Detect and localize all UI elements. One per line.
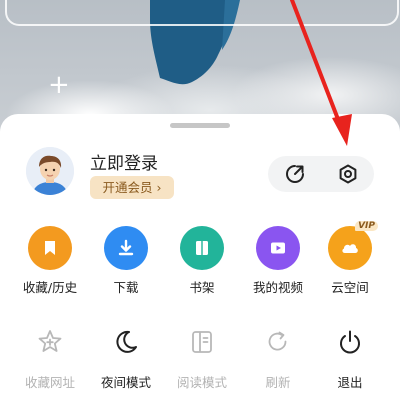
- tools-row: 收藏网址 夜间模式 阅读模式 刷新 退出: [0, 322, 400, 392]
- tool-exit[interactable]: 退出: [310, 322, 390, 391]
- share-icon[interactable]: [268, 156, 321, 192]
- tool-reader-mode[interactable]: 阅读模式: [162, 322, 242, 391]
- plus-icon[interactable]: +: [48, 72, 70, 98]
- tool-night-mode[interactable]: 夜间模式: [86, 322, 166, 391]
- open-vip-button[interactable]: 开通会员 ›: [90, 176, 174, 199]
- star-plus-icon: [30, 322, 70, 362]
- avatar[interactable]: [26, 147, 74, 195]
- quick-action-favorites-history[interactable]: 收藏/历史: [10, 226, 90, 296]
- tool-label: 阅读模式: [176, 375, 227, 390]
- login-link[interactable]: 立即登录: [90, 149, 158, 174]
- tool-label: 收藏网址: [24, 375, 75, 390]
- vip-badge: VIP: [355, 221, 378, 231]
- open-vip-label: 开通会员: [102, 180, 153, 195]
- quick-action-cloud-space[interactable]: VIP 云空间: [310, 221, 390, 296]
- power-icon: [330, 322, 370, 362]
- quick-action-label: 收藏/历史: [22, 280, 78, 295]
- tool-label: 夜间模式: [100, 375, 151, 390]
- quick-action-label: 下载: [113, 280, 139, 295]
- drag-handle[interactable]: [170, 123, 230, 128]
- tool-label: 刷新: [265, 375, 291, 390]
- book-icon: [180, 226, 224, 270]
- top-icon-group: [268, 156, 374, 192]
- cloud-icon: VIP: [328, 221, 378, 270]
- quick-actions-row: 收藏/历史 下载 书架 我的视频 VIP 云空间: [0, 221, 400, 296]
- tool-label: 退出: [337, 375, 363, 390]
- refresh-icon: [258, 322, 298, 362]
- quick-action-label: 我的视频: [252, 280, 303, 295]
- settings-icon[interactable]: [321, 156, 374, 192]
- quick-action-label: 云空间: [331, 280, 369, 295]
- quick-action-download[interactable]: 下载: [86, 226, 166, 296]
- tool-refresh[interactable]: 刷新: [238, 322, 318, 391]
- search-bar-frame: [5, 0, 399, 26]
- bookmark-icon: [28, 226, 72, 270]
- quick-action-label: 书架: [189, 280, 215, 295]
- chevron-right-icon: ›: [156, 180, 162, 195]
- quick-action-my-videos[interactable]: 我的视频: [238, 226, 318, 296]
- tool-bookmark-url[interactable]: 收藏网址: [10, 322, 90, 391]
- play-icon: [256, 226, 300, 270]
- moon-icon: [106, 322, 146, 362]
- menu-sheet: 立即登录 开通会员 › 收藏/历史 下载 书架 我的视频 VIP 云空间 收藏网…: [0, 114, 400, 414]
- reader-icon: [182, 322, 222, 362]
- quick-action-bookshelf[interactable]: 书架: [162, 226, 242, 296]
- download-icon: [104, 226, 148, 270]
